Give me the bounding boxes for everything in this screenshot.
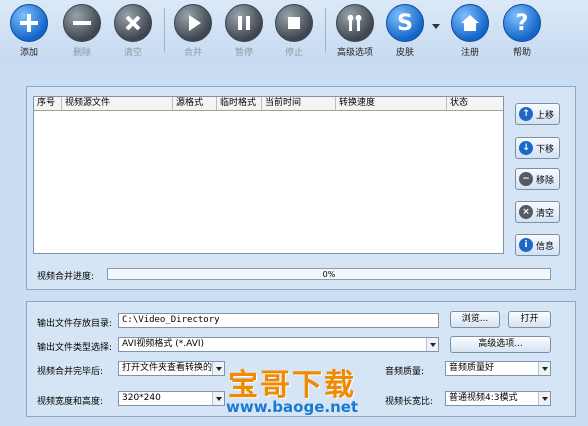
aspect-ratio-select[interactable]: 普通视频4:3模式	[445, 391, 551, 406]
output-type-select[interactable]: AVI视频格式 (*.AVI)	[118, 337, 439, 352]
column-temp-format[interactable]: 临时格式	[217, 97, 262, 110]
file-list[interactable]: 序号 视频源文件 源格式 临时格式 当前时间 转换速度 状态	[33, 96, 504, 254]
pause-icon	[225, 4, 263, 42]
browse-button[interactable]: 浏览...	[450, 311, 500, 328]
register-label: 注册	[460, 48, 479, 58]
help-label: 帮助	[512, 48, 531, 58]
chevron-down-icon	[538, 392, 550, 405]
clear-list-button[interactable]: × 清空	[515, 201, 560, 223]
output-dir-input[interactable]: C:\Video_Directory	[118, 313, 439, 328]
advanced-options-button[interactable]: 高级选项	[331, 4, 379, 58]
watermark-url: www.baoge.net	[226, 398, 359, 416]
column-source-file[interactable]: 视频源文件	[62, 97, 173, 110]
plus-icon	[10, 4, 48, 42]
arrow-down-icon: ↓	[519, 141, 533, 155]
file-list-header: 序号 视频源文件 源格式 临时格式 当前时间 转换速度 状态	[34, 97, 503, 111]
output-dir-label: 输出文件存放目录:	[37, 319, 113, 329]
open-button[interactable]: 打开	[508, 311, 551, 328]
add-label: 添加	[19, 48, 38, 58]
audio-quality-select[interactable]: 音频质量好	[445, 361, 551, 376]
close-icon	[114, 4, 152, 42]
column-index[interactable]: 序号	[34, 97, 62, 110]
move-up-label: 上移	[536, 110, 555, 121]
remove-button[interactable]: − 移除	[515, 168, 560, 190]
clear-label: 清空	[123, 48, 142, 58]
move-down-label: 下移	[536, 144, 555, 155]
video-size-value: 320*240	[122, 393, 161, 403]
advanced-options-label: 高级选项	[336, 48, 373, 58]
audio-quality-value: 音频质量好	[449, 363, 495, 373]
close-icon: ×	[519, 205, 533, 219]
stop-icon	[275, 4, 313, 42]
column-speed[interactable]: 转换速度	[336, 97, 447, 110]
info-label: 信息	[536, 241, 555, 252]
column-source-format[interactable]: 源格式	[173, 97, 217, 110]
output-type-label: 输出文件类型选择:	[37, 343, 113, 353]
skin-button[interactable]: S 皮肤	[381, 4, 429, 58]
after-merge-select[interactable]: 打开文件夹查看转换的	[118, 361, 225, 376]
watermark: 宝哥下载 www.baoge.net	[216, 354, 412, 426]
add-button[interactable]: 添加	[5, 4, 53, 58]
play-icon	[174, 4, 212, 42]
advanced-options-dialog-button[interactable]: 高级选项...	[450, 336, 551, 353]
merge-progress-value: 0%	[322, 270, 336, 279]
toolbar-separator	[164, 8, 165, 52]
register-button[interactable]: 注册	[446, 4, 494, 58]
after-merge-label: 视频合并完毕后:	[37, 367, 104, 377]
skin-dropdown-arrow-icon[interactable]	[432, 24, 440, 29]
skin-s-icon: S	[386, 4, 424, 42]
output-type-value: AVI视频格式 (*.AVI)	[122, 339, 205, 349]
chevron-down-icon	[426, 338, 438, 351]
column-current-time[interactable]: 当前时间	[262, 97, 336, 110]
merge-progress-bar: 0%	[107, 268, 551, 280]
clear-button[interactable]: 清空	[109, 4, 157, 58]
help-button[interactable]: ? 帮助	[498, 4, 546, 58]
minus-icon: −	[519, 172, 533, 186]
pause-button[interactable]: 暂停	[220, 4, 268, 58]
home-icon	[451, 4, 489, 42]
toolbar-separator	[325, 8, 326, 52]
delete-button[interactable]: 删除	[58, 4, 106, 58]
chevron-down-icon	[538, 362, 550, 375]
aspect-ratio-value: 普通视频4:3模式	[449, 393, 518, 403]
move-up-button[interactable]: ↑ 上移	[515, 103, 560, 125]
merge-label: 合并	[183, 48, 202, 58]
minus-icon	[63, 4, 101, 42]
video-size-select[interactable]: 320*240	[118, 391, 225, 406]
after-merge-value: 打开文件夹查看转换的	[122, 363, 213, 373]
tools-icon	[336, 4, 374, 42]
remove-label: 移除	[536, 175, 555, 186]
clear-list-label: 清空	[536, 208, 555, 219]
move-down-button[interactable]: ↓ 下移	[515, 137, 560, 159]
pause-label: 暂停	[234, 48, 253, 58]
info-icon: i	[519, 238, 533, 252]
stop-button[interactable]: 停止	[270, 4, 318, 58]
info-button[interactable]: i 信息	[515, 234, 560, 256]
column-status[interactable]: 状态	[447, 97, 503, 110]
merge-button[interactable]: 合并	[169, 4, 217, 58]
skin-label: 皮肤	[395, 48, 414, 58]
question-icon: ?	[503, 4, 541, 42]
delete-label: 删除	[72, 48, 91, 58]
toolbar: 添加 删除 清空 合并 暂停 停止 高级选项 S 皮肤 注册 ? 帮助	[0, 0, 588, 64]
stop-label: 停止	[284, 48, 303, 58]
merge-progress-label: 视频合并进度:	[37, 272, 95, 282]
arrow-up-icon: ↑	[519, 107, 533, 121]
video-size-label: 视频宽度和高度:	[37, 397, 104, 407]
